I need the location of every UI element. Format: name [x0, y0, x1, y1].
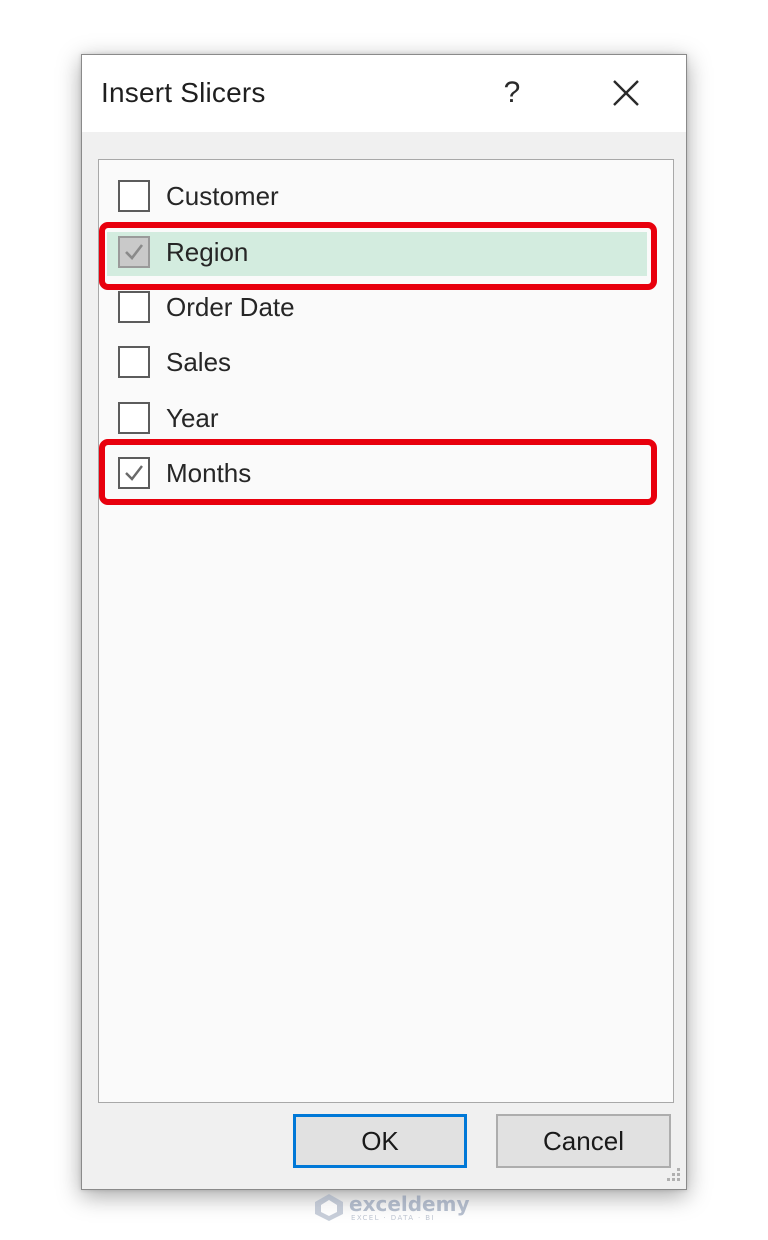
dialog-title: Insert Slicers [101, 77, 266, 108]
field-item-region[interactable]: Region [99, 226, 673, 278]
order-date-checkbox[interactable] [118, 291, 150, 323]
field-list[interactable]: Customer Region Order Date Sales Year Mo… [98, 159, 674, 1103]
field-label: Region [166, 237, 249, 267]
title-bar: Insert Slicers ? [82, 55, 686, 132]
field-label: Customer [166, 181, 279, 211]
field-label: Sales [166, 347, 232, 377]
help-button[interactable]: ? [492, 73, 532, 113]
checkmark-icon [125, 244, 144, 260]
page: Insert Slicers ? Customer Region Order D… [0, 0, 768, 1240]
field-item-months[interactable]: Months [99, 447, 673, 499]
customer-checkbox[interactable] [118, 180, 150, 212]
sales-checkbox[interactable] [118, 346, 150, 378]
watermark-name: exceldemy [349, 1192, 470, 1216]
field-label: Months [166, 458, 252, 488]
ok-button[interactable]: OK [293, 1114, 467, 1168]
field-item-sales[interactable]: Sales [99, 336, 673, 388]
region-checkbox[interactable] [118, 236, 150, 268]
field-item-year[interactable]: Year [99, 392, 673, 444]
exceldemy-logo-icon [315, 1194, 343, 1221]
insert-slicers-dialog: Insert Slicers ? Customer Region Order D… [81, 54, 687, 1190]
field-label: Year [166, 403, 219, 433]
field-item-customer[interactable]: Customer [99, 170, 673, 222]
watermark-tagline: EXCEL · DATA · BI [351, 1214, 435, 1222]
close-button[interactable] [602, 73, 650, 113]
months-checkbox[interactable] [118, 457, 150, 489]
checkmark-icon [125, 465, 143, 481]
close-icon [613, 80, 639, 106]
cancel-button[interactable]: Cancel [496, 1114, 671, 1168]
field-label: Order Date [166, 292, 295, 322]
watermark: exceldemy EXCEL · DATA · BI [311, 1190, 470, 1224]
resize-grip-icon[interactable] [662, 1165, 682, 1185]
year-checkbox[interactable] [118, 402, 150, 434]
field-item-order-date[interactable]: Order Date [99, 281, 673, 333]
